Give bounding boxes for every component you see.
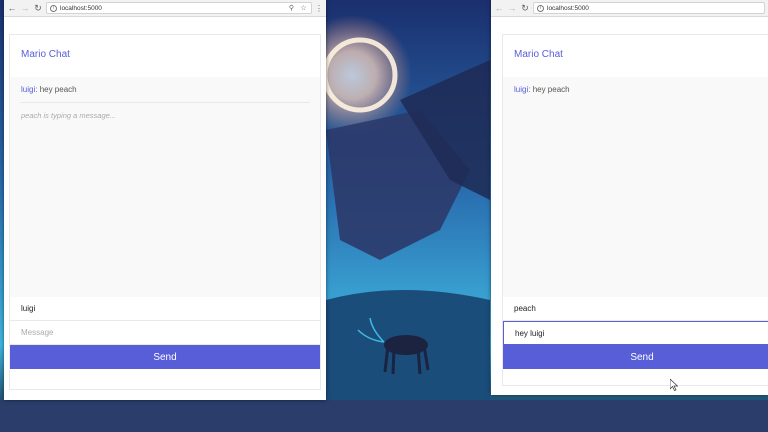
chat-message: luigi: hey peach — [513, 77, 768, 102]
info-icon[interactable]: i — [50, 4, 57, 12]
message-text: hey peach — [532, 85, 570, 94]
browser-toolbar: ← → ↻ i localhost:5000 — [491, 0, 768, 17]
chat-window: luigi: hey peach peach is typing a messa… — [10, 77, 320, 297]
info-icon[interactable]: i — [537, 4, 544, 12]
page-content: Mario Chat luigi: hey peach Send — [491, 18, 768, 395]
message-handle: luigi: — [514, 85, 531, 94]
send-button[interactable]: Send — [503, 345, 768, 369]
reload-icon[interactable]: ↻ — [33, 2, 43, 14]
message-input[interactable] — [503, 321, 768, 345]
arrow-left-icon[interactable]: ← — [7, 2, 17, 14]
message-text: hey peach — [39, 85, 77, 94]
message-input[interactable] — [10, 321, 320, 345]
mario-chat: Mario Chat luigi: hey peach peach is typ… — [9, 34, 321, 390]
chat-message: luigi: hey peach — [20, 77, 310, 103]
url-text[interactable]: localhost:5000 — [547, 5, 761, 12]
browser-window-right: ← → ↻ i localhost:5000 Mario Chat luigi:… — [491, 0, 768, 395]
page-content: Mario Chat luigi: hey peach peach is typ… — [4, 18, 326, 400]
handle-input[interactable] — [10, 297, 320, 321]
url-text[interactable]: localhost:5000 — [60, 5, 284, 12]
browser-window-left: ← → ↻ i localhost:5000 ⚲ ☆ ⋮ Mario Chat … — [4, 0, 326, 400]
chat-title: Mario Chat — [514, 49, 563, 60]
star-icon[interactable]: ☆ — [299, 4, 308, 12]
kebab-menu-icon[interactable]: ⋮ — [315, 4, 323, 13]
arrow-right-icon[interactable]: → — [20, 2, 30, 14]
message-handle: luigi: — [21, 85, 38, 94]
browser-toolbar: ← → ↻ i localhost:5000 ⚲ ☆ ⋮ — [4, 0, 326, 17]
chat-title: Mario Chat — [21, 49, 70, 60]
handle-input[interactable] — [503, 297, 768, 321]
address-bar[interactable]: i localhost:5000 — [533, 2, 765, 14]
reload-icon[interactable]: ↻ — [520, 2, 530, 14]
typing-feedback: peach is typing a message... — [21, 111, 117, 120]
mario-chat: Mario Chat luigi: hey peach Send — [502, 34, 768, 386]
address-bar[interactable]: i localhost:5000 ⚲ ☆ — [46, 2, 312, 14]
mouse-cursor-icon — [670, 379, 678, 391]
chat-window: luigi: hey peach — [503, 77, 768, 297]
arrow-left-icon[interactable]: ← — [494, 2, 504, 14]
arrow-right-icon[interactable]: → — [507, 2, 517, 14]
zoom-icon[interactable]: ⚲ — [287, 4, 296, 12]
send-button[interactable]: Send — [10, 345, 320, 369]
